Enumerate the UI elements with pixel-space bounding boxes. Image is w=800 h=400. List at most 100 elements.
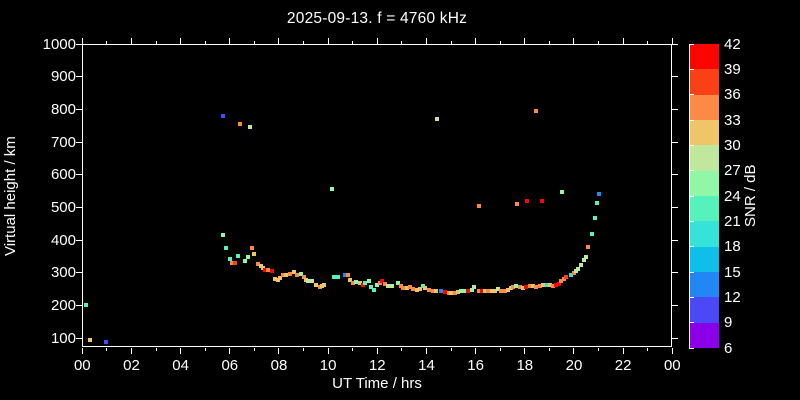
data-point	[433, 288, 438, 293]
x-major-tick	[475, 38, 477, 44]
x-major-tick	[524, 347, 526, 354]
y-major-tick	[672, 174, 679, 176]
x-major-tick	[278, 38, 280, 44]
data-point	[579, 263, 584, 268]
x-minor-tick	[155, 347, 157, 351]
data-point	[590, 232, 595, 237]
x-major-tick	[130, 347, 132, 354]
data-point	[335, 275, 340, 280]
data-point	[540, 198, 545, 203]
data-point	[83, 303, 88, 308]
colorbar-tick-label: 21	[724, 212, 741, 230]
x-major-tick	[573, 347, 575, 354]
y-major-tick	[672, 337, 679, 339]
x-tick-label: 04	[172, 356, 189, 374]
data-point	[220, 114, 225, 119]
x-minor-tick	[647, 41, 649, 44]
x-minor-tick	[303, 347, 305, 351]
x-minor-tick	[499, 41, 501, 44]
x-tick-label: 00	[663, 356, 681, 374]
y-major-tick	[672, 206, 679, 208]
y-major-tick	[76, 337, 83, 339]
x-minor-tick	[499, 347, 501, 351]
data-point	[597, 192, 602, 197]
x-tick-label: 12	[368, 356, 386, 374]
y-major-tick	[672, 76, 679, 78]
x-major-tick	[376, 347, 378, 354]
data-point	[246, 255, 251, 260]
y-major-tick	[76, 239, 83, 241]
colorbar-tick-label: 24	[724, 187, 741, 205]
data-point	[434, 117, 439, 122]
x-major-tick	[327, 38, 329, 44]
data-point	[585, 245, 590, 250]
colorbar-tick-label: 30	[724, 136, 741, 154]
colorbar-tick	[689, 271, 694, 273]
x-major-tick	[524, 38, 526, 44]
x-tick-label: 22	[614, 356, 632, 374]
colorbar-tick-label: 27	[724, 162, 741, 180]
data-point	[592, 215, 597, 220]
data-point	[221, 233, 226, 238]
x-tick-label: 16	[467, 356, 484, 374]
y-major-tick	[672, 239, 679, 241]
colorbar-tick	[689, 119, 694, 121]
y-tick-label: 400	[50, 231, 76, 249]
y-tick-label: 100	[50, 329, 76, 347]
y-tick-label: 300	[50, 264, 76, 282]
x-minor-tick	[450, 347, 452, 351]
data-point	[515, 202, 520, 207]
x-tick-label: 14	[418, 356, 435, 374]
colorbar-tick-label: 18	[724, 238, 741, 256]
colorbar-tick	[689, 195, 694, 197]
x-major-tick	[573, 38, 575, 44]
chart-render-layer: 00 02 04 06 08 10 12 14 16 18 20 22 00 100 200 300 400 50…	[0, 0, 800, 400]
x-major-tick	[130, 38, 132, 44]
y-major-tick	[76, 304, 83, 306]
y-major-tick	[672, 272, 679, 274]
x-minor-tick	[106, 41, 108, 44]
data-point	[533, 108, 538, 113]
y-major-tick	[672, 141, 679, 143]
data-point	[252, 251, 257, 256]
colorbar-tick	[689, 220, 694, 222]
data-point	[237, 121, 242, 126]
x-minor-tick	[647, 347, 649, 351]
x-major-tick	[229, 38, 231, 44]
data-point	[232, 261, 237, 266]
y-major-tick	[76, 206, 83, 208]
x-tick-label: 08	[270, 356, 288, 374]
x-minor-tick	[303, 41, 305, 44]
data-point	[476, 204, 481, 209]
y-major-tick	[672, 108, 679, 110]
x-major-tick	[425, 347, 427, 354]
data-point	[472, 285, 477, 290]
x-minor-tick	[401, 347, 403, 351]
x-minor-tick	[548, 41, 550, 44]
data-point	[559, 189, 564, 194]
data-point	[371, 287, 376, 292]
y-tick-label: 700	[50, 133, 76, 151]
data-point	[247, 124, 252, 129]
colorbar-tick	[689, 322, 694, 324]
data-point	[390, 284, 395, 289]
data-point	[103, 339, 108, 344]
y-major-tick	[672, 43, 679, 45]
y-major-tick	[76, 43, 83, 45]
x-minor-tick	[401, 41, 403, 44]
x-major-tick	[671, 347, 673, 354]
colorbar-tick	[689, 296, 694, 298]
x-tick-label: 20	[565, 356, 583, 374]
colorbar-tick	[689, 246, 694, 248]
x-minor-tick	[204, 347, 206, 351]
x-major-tick	[475, 347, 477, 354]
data-point	[583, 255, 588, 260]
colorbar-tick	[689, 347, 694, 349]
y-major-tick	[76, 272, 83, 274]
y-tick-label: 500	[50, 198, 76, 216]
data-point	[564, 275, 569, 280]
data-point	[366, 278, 371, 283]
data-point	[594, 201, 599, 206]
x-major-tick	[376, 38, 378, 44]
x-tick-label: 06	[221, 356, 239, 374]
